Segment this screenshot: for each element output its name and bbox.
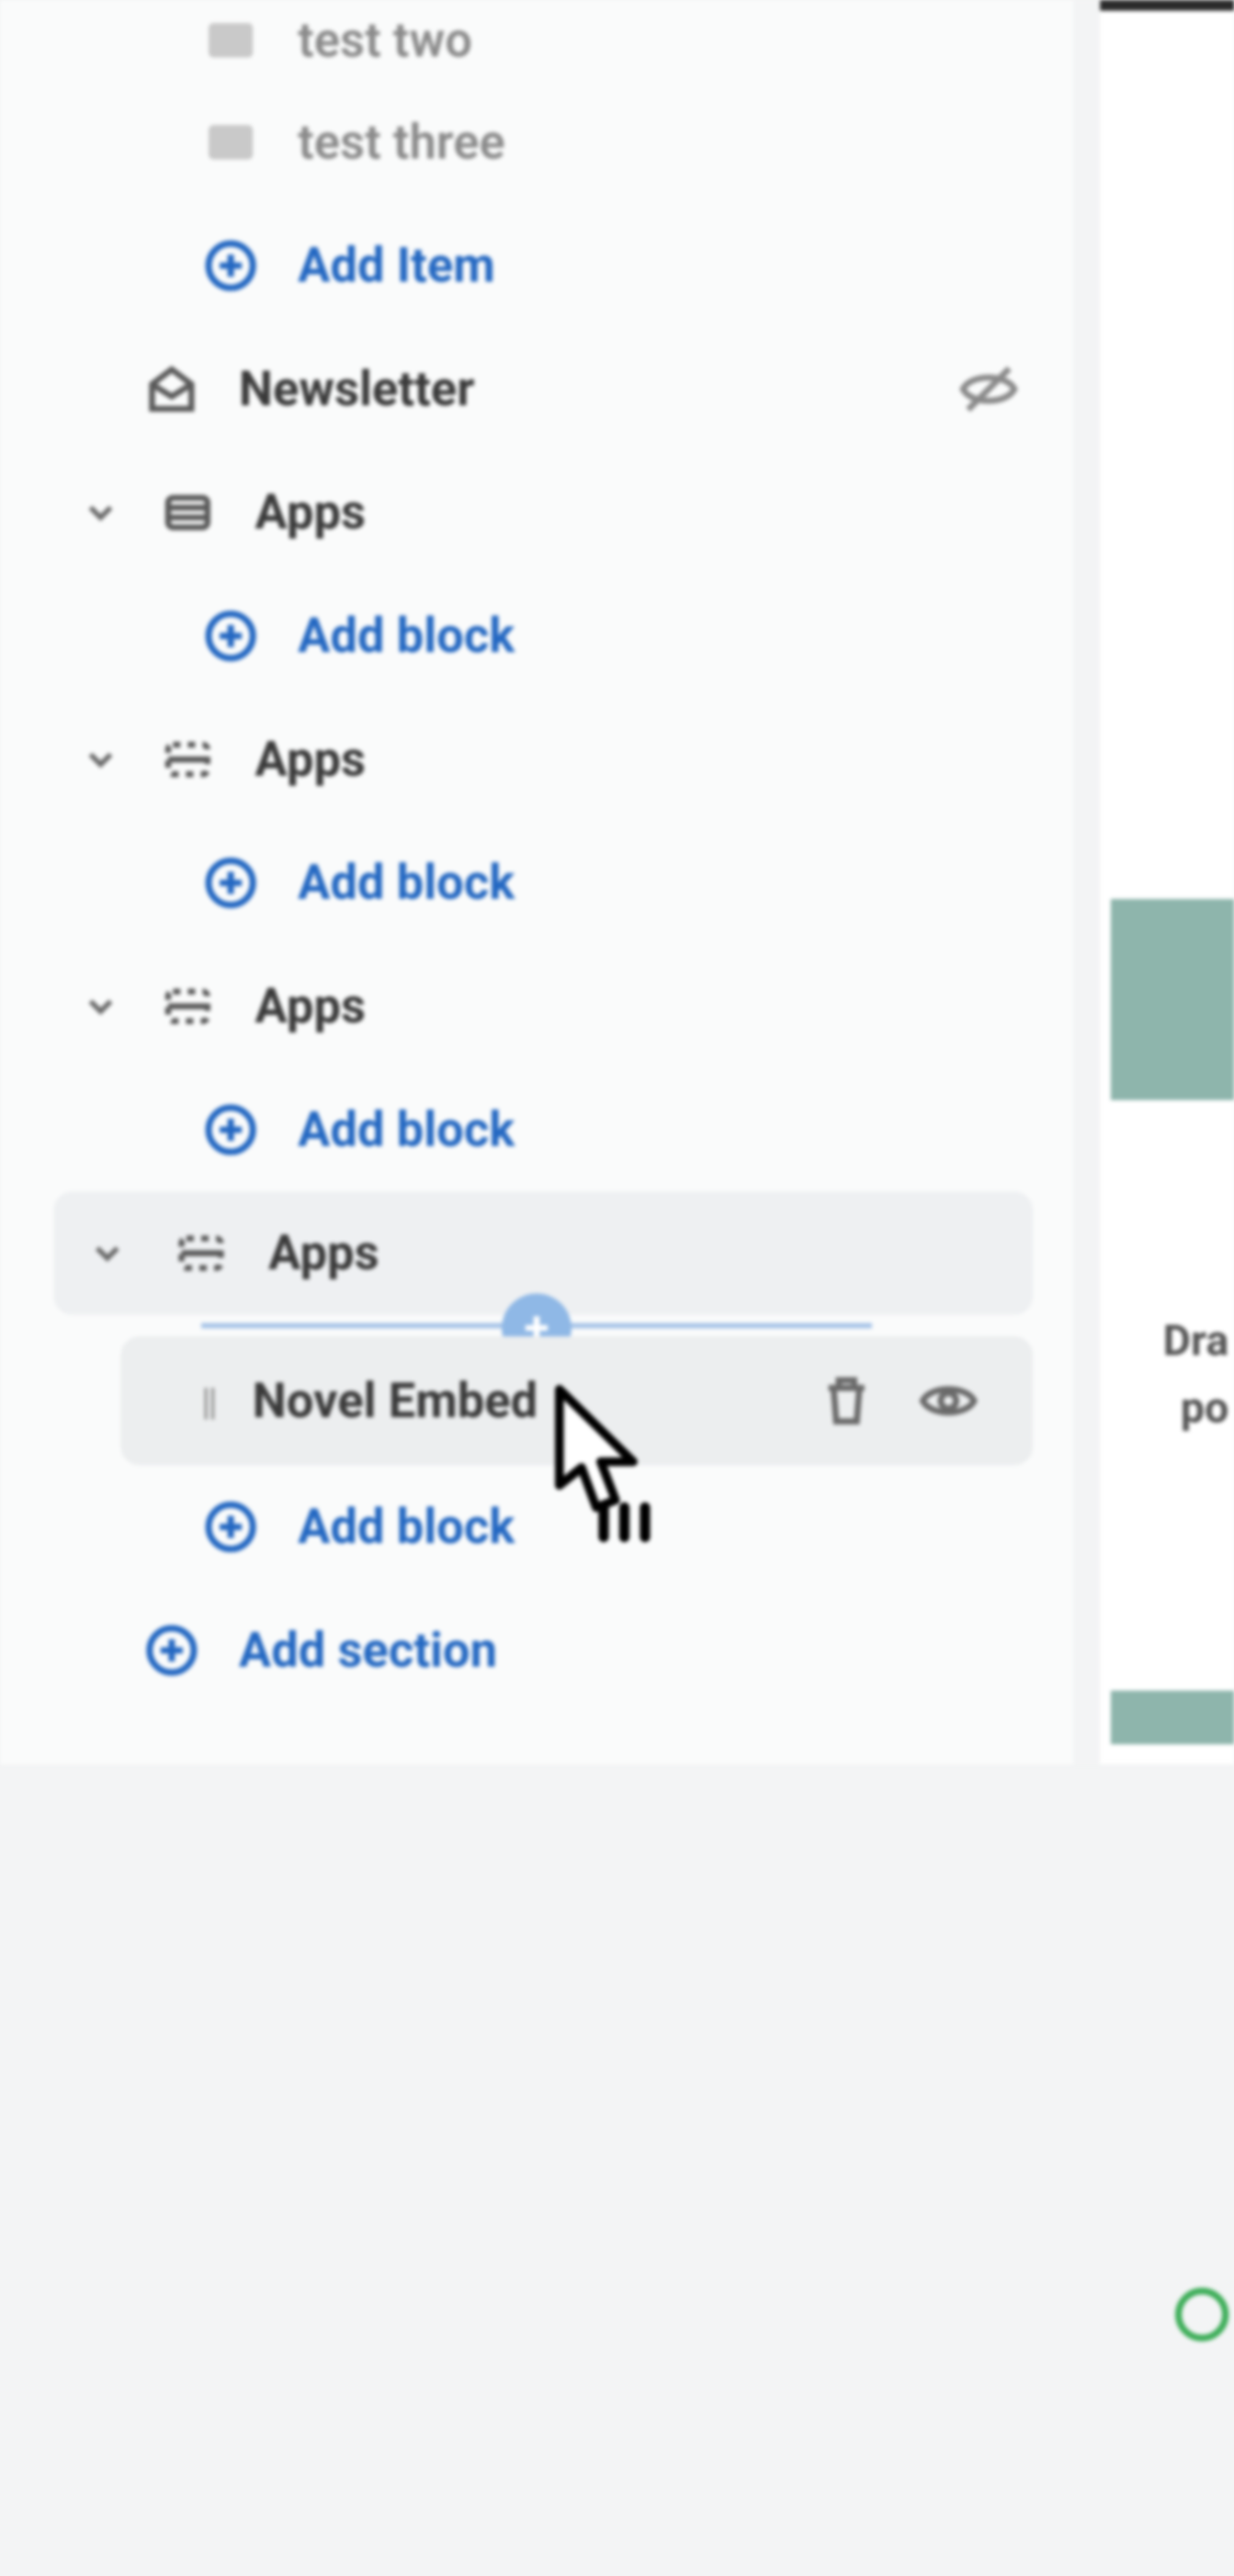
theme-editor-sidebar: test two test three Add Item (0, 0, 1073, 1765)
section-label: Newsletter (239, 361, 475, 417)
check-circle-icon (1175, 2287, 1228, 2341)
preview-topbar (1100, 0, 1234, 11)
add-section-label: Add section (239, 1622, 497, 1678)
section-icon (158, 730, 217, 789)
block-insert-indicator[interactable]: + (201, 1323, 872, 1329)
add-block-button-2[interactable]: Add block (0, 822, 1073, 945)
preview-text-fragment: Dra (1163, 1315, 1229, 1366)
sidebar-section-newsletter[interactable]: Newsletter (0, 327, 1073, 450)
newsletter-icon (142, 359, 201, 418)
block-item-novel-embed[interactable]: || Novel Embed (120, 1336, 1033, 1465)
add-block-button-1[interactable]: Add block (0, 574, 1073, 698)
plus-circle-icon (142, 1621, 201, 1680)
add-block-label: Add block (298, 607, 515, 664)
chevron-down-icon[interactable] (81, 986, 121, 1027)
block-icon (201, 113, 260, 172)
add-block-button-4[interactable]: Add block (0, 1465, 1073, 1588)
sidebar-item-test-three[interactable]: test three (0, 81, 1073, 204)
add-block-label: Add block (298, 855, 515, 911)
section-label: Apps (255, 978, 366, 1034)
item-label: test two (298, 12, 472, 68)
sidebar-item-test-two[interactable]: test two (0, 0, 1073, 81)
block-label: Novel Embed (253, 1373, 538, 1429)
delete-icon[interactable] (816, 1370, 877, 1432)
section-label: Apps (268, 1225, 379, 1281)
hidden-icon[interactable] (957, 358, 1019, 420)
plus-circle-icon (201, 607, 260, 665)
section-icon (172, 1224, 231, 1283)
sidebar-section-apps-1[interactable]: Apps (0, 451, 1073, 574)
plus-circle-icon (201, 1497, 260, 1556)
sidebar-section-apps-2[interactable]: Apps (0, 698, 1073, 821)
plus-circle-icon (201, 236, 260, 295)
visibility-icon[interactable] (918, 1370, 979, 1432)
section-label: Apps (255, 732, 366, 788)
section-icon (158, 483, 217, 542)
chevron-down-icon[interactable] (81, 493, 121, 533)
preview-banner-2 (1111, 1691, 1234, 1744)
chevron-down-icon[interactable] (87, 1233, 128, 1274)
section-icon (158, 977, 217, 1036)
chevron-down-icon[interactable] (81, 739, 121, 779)
preview-pane: Dra po (1100, 0, 1234, 1765)
plus-circle-icon (201, 854, 260, 913)
add-block-label: Add block (298, 1499, 515, 1555)
item-label: test three (298, 114, 505, 170)
drag-handle-icon[interactable]: || (201, 1379, 215, 1423)
add-section-button[interactable]: Add section (0, 1589, 1073, 1712)
block-icon (201, 11, 260, 70)
plus-circle-icon (201, 1100, 260, 1159)
preview-text-fragment: po (1181, 1382, 1229, 1433)
add-item-button[interactable]: Add Item (0, 204, 1073, 327)
section-label: Apps (255, 484, 366, 540)
sidebar-section-apps-3[interactable]: Apps (0, 945, 1073, 1068)
preview-banner (1111, 899, 1234, 1100)
add-block-button-3[interactable]: Add block (0, 1068, 1073, 1191)
add-block-label: Add block (298, 1102, 515, 1158)
add-item-label: Add Item (298, 237, 495, 293)
preview-card: Dra po (1111, 1100, 1234, 1690)
